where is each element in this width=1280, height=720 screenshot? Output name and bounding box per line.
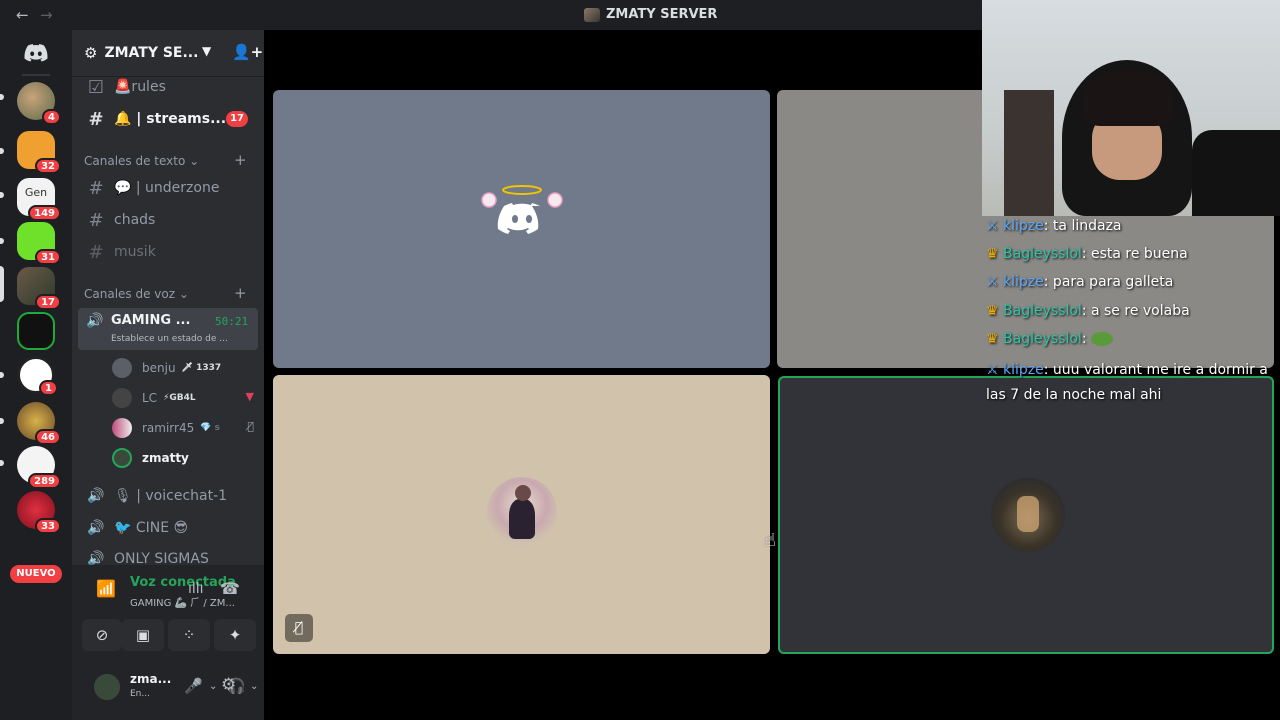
channel-rules[interactable]: ☑ 🚨rules — [80, 72, 258, 102]
hash-icon: # — [88, 108, 104, 130]
webcam-overlay — [982, 0, 1280, 216]
server-icon — [584, 7, 600, 22]
voice-user-ramirr45[interactable]: ramirr45 💎 s 🎙̸ — [112, 415, 258, 441]
chat-message: ⚔ klipze: uuu valorant me ire a dormir a — [986, 362, 1268, 378]
discord-icon — [24, 44, 48, 62]
chat-message-continuation: las 7 de la noche mal ahi — [986, 387, 1162, 403]
category-text[interactable]: Canales de texto ⌄ — [84, 154, 199, 168]
avatar — [112, 448, 132, 468]
server-icon-4[interactable]: 31 — [17, 222, 61, 265]
camera-off-button[interactable]: ⊘ — [82, 619, 122, 651]
chat-message: ⚔ klipze: para para galleta — [986, 274, 1174, 290]
activities-button[interactable]: ⁘ — [168, 619, 210, 651]
avatar — [991, 478, 1065, 552]
unread-pill — [0, 418, 4, 424]
server-gear-icon: ⚙ — [84, 44, 98, 62]
video-tile-ramirr45[interactable]: 🎙̸ — [273, 375, 770, 654]
pepe-emote-icon — [1090, 332, 1113, 346]
hash-icon: # — [88, 209, 104, 231]
crown-icon: ♛ — [986, 331, 999, 347]
avatar — [487, 477, 557, 547]
add-channel-icon[interactable]: + — [234, 284, 247, 302]
arrow-right-icon[interactable]: → — [40, 6, 53, 24]
server-icon-3[interactable]: Gen 149 — [17, 178, 61, 221]
unread-pill — [0, 460, 4, 466]
voice-connection-panel: 📶 Voz conectada GAMING 🦾 ⺁ / ZM... ıllı … — [72, 565, 264, 667]
speaker-icon: 🔊 — [87, 488, 105, 504]
server-icon-9[interactable]: 289 — [17, 446, 61, 489]
voice-user-lc[interactable]: LC ⚡GB4L ▼ — [112, 385, 258, 411]
mic-muted-icon: 🎙̸ — [247, 420, 254, 433]
unread-pill — [0, 238, 4, 244]
server-icon-5[interactable]: 17 — [17, 267, 61, 310]
video-tile-speaking[interactable] — [778, 376, 1274, 654]
avatar[interactable] — [92, 672, 122, 702]
unread-pill — [0, 192, 4, 198]
soundboard-button[interactable]: ✦ — [214, 619, 256, 651]
channel-musik[interactable]: # musik — [80, 237, 258, 267]
arrow-left-icon[interactable]: ← — [16, 6, 29, 24]
category-voice[interactable]: Canales de voz ⌄ — [84, 287, 189, 301]
channel-underzone[interactable]: # 💬 | underzone — [80, 173, 258, 203]
server-icon-7[interactable]: 1 — [17, 356, 58, 396]
avatar — [112, 418, 132, 438]
server-icon-6[interactable] — [17, 312, 55, 350]
crown-icon: ♛ — [986, 246, 999, 262]
valorant-icon: ▼ — [245, 390, 254, 403]
microphone-icon[interactable]: 🎤 — [184, 677, 203, 695]
hash-icon: # — [88, 241, 104, 263]
stream-chat-overlay: ⚔ klipze: ta lindaza ♛ Bagleysslol: esta… — [982, 216, 1280, 416]
channel-sidebar: ⚙ ZMATY SE... ▼ 👤+ ☑ 🚨rules # 🔔 | stream… — [72, 30, 264, 720]
speaker-icon: 🔊 — [86, 313, 104, 329]
unread-pill — [0, 148, 4, 154]
speaker-icon: 🔊 — [87, 520, 105, 536]
server-divider — [22, 74, 50, 76]
chevron-down-icon[interactable]: ▼ — [202, 44, 211, 58]
window-title: ZMATY SERVER — [584, 7, 717, 22]
chevron-down-icon[interactable]: ⌄ — [250, 681, 258, 692]
chevron-down-icon[interactable]: ⌄ — [209, 681, 217, 692]
hash-icon: # — [88, 177, 104, 199]
sword-icon: ⚔ — [986, 274, 999, 290]
noise-suppression-icon[interactable]: ıllı — [188, 581, 204, 597]
channel-chads[interactable]: # chads — [80, 205, 258, 235]
chat-message: ♛ Bagleysslol: esta re buena — [986, 246, 1188, 262]
voice-channel-voicechat-1[interactable]: 🔊 🎙 | voicechat-1 — [80, 481, 258, 511]
server-header[interactable]: ⚙ ZMATY SE... ▼ 👤+ — [72, 30, 264, 76]
server-icon-1[interactable]: 4 — [17, 82, 61, 125]
chat-message: ♛ Bagleysslol: a se re volaba — [986, 303, 1190, 319]
channel-streams[interactable]: # 🔔 | streams... 17 — [80, 104, 258, 134]
voice-channel-gaming[interactable]: 🔊 GAMING ... 50:21 Establece un estado d… — [78, 308, 258, 350]
mic-muted-icon: 🎙̸ — [285, 614, 313, 642]
rules-icon: ☑ — [87, 76, 105, 98]
screen-share-button[interactable]: ▣ — [122, 619, 164, 651]
selected-pill — [0, 266, 4, 302]
voice-user-zmatty[interactable]: zmatty — [112, 445, 258, 471]
signal-icon[interactable]: 📶 — [96, 579, 116, 598]
server-icon-10[interactable]: 33 — [17, 491, 61, 534]
settings-gear-icon[interactable]: ⚙ — [221, 675, 236, 695]
add-channel-icon[interactable]: + — [234, 151, 247, 169]
server-icon-8[interactable]: 46 — [17, 402, 61, 445]
crown-icon: ♛ — [986, 303, 999, 319]
sword-icon: ⚔ — [986, 218, 999, 234]
add-user-icon[interactable]: 👤+ — [232, 43, 263, 61]
sword-icon: ⚔ — [986, 362, 999, 378]
unread-pill — [0, 372, 4, 378]
unread-pill — [0, 94, 4, 100]
discord-avatar-icon — [481, 185, 563, 234]
video-tile-discord-user[interactable] — [273, 90, 770, 368]
discord-home-button[interactable] — [18, 38, 54, 68]
chat-message: ⚔ klipze: ta lindaza — [986, 218, 1122, 234]
mouse-cursor-icon: ☝ — [765, 530, 776, 551]
new-badge[interactable]: NUEVO — [10, 565, 62, 583]
avatar — [112, 358, 132, 378]
disconnect-icon[interactable]: ☎ — [220, 579, 240, 598]
server-icon-2[interactable]: 32 — [17, 131, 61, 174]
voice-channel-cine[interactable]: 🔊 🐦 CINE 😎 — [80, 513, 258, 543]
server-list: 4 32 Gen 149 31 17 1 46 289 33 NUEVO — [0, 30, 72, 720]
voice-user-benju[interactable]: benju 🗡 1337 — [112, 355, 258, 381]
avatar — [112, 388, 132, 408]
chat-message: ♛ Bagleysslol: — [986, 331, 1113, 347]
